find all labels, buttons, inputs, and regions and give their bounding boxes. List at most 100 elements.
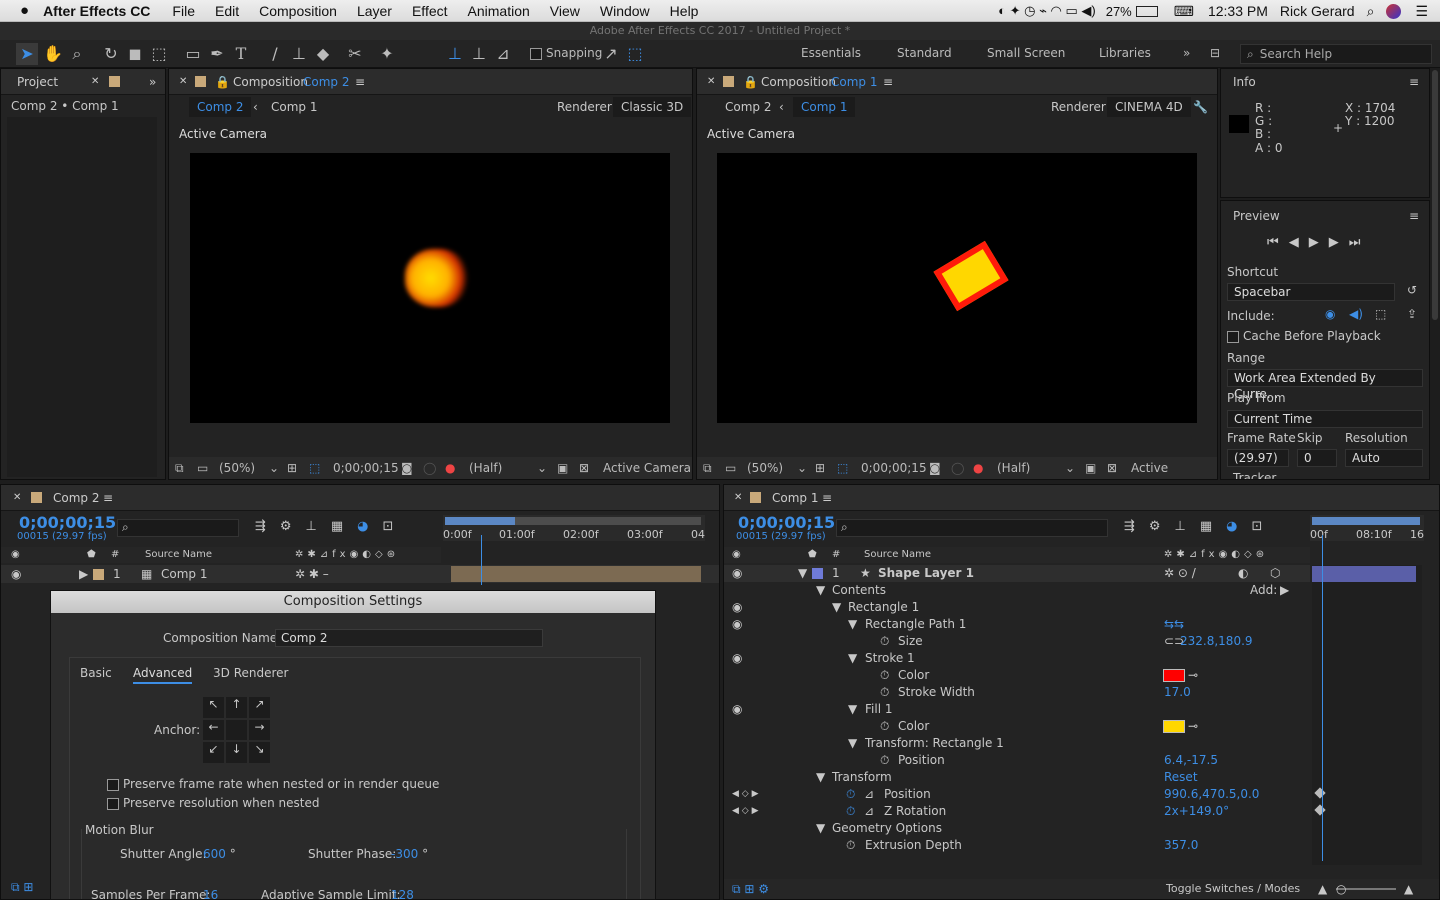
- transparency-grid-icon[interactable]: ⊠: [579, 457, 589, 479]
- viewer2-tab-prefix[interactable]: Composition: [761, 69, 836, 95]
- close-icon[interactable]: ✕: [707, 69, 715, 95]
- menu-animation[interactable]: Animation: [468, 3, 530, 19]
- layer-switches[interactable]: ✲ ✱ –: [295, 565, 329, 583]
- breadcrumb-comp1[interactable]: Comp 1: [793, 97, 856, 117]
- play-icon[interactable]: ▶: [1309, 235, 1329, 250]
- shutter-phase-number[interactable]: -300: [391, 847, 418, 861]
- prop-value[interactable]: 990.6,470.5,0.0: [1164, 786, 1259, 803]
- selection-tool-icon[interactable]: ➤: [16, 43, 38, 65]
- view-axis-icon[interactable]: ⊿: [492, 43, 514, 65]
- pen-tool-icon[interactable]: ✒: [206, 43, 228, 65]
- snapshot-icon[interactable]: ◙: [929, 457, 941, 479]
- snapping-checkbox[interactable]: Snapping: [530, 46, 602, 60]
- show-snapshot-icon[interactable]: ◯: [423, 457, 436, 479]
- anchor-e-icon[interactable]: →: [249, 719, 270, 741]
- adaptive-value[interactable]: 128: [391, 888, 414, 899]
- close-icon[interactable]: ✕: [13, 485, 21, 511]
- work-area-start[interactable]: [445, 517, 515, 525]
- keyframe-nav-icon[interactable]: ◀ ◇ ▶: [732, 786, 759, 803]
- chevron-down-icon[interactable]: ⌄: [797, 457, 807, 479]
- reset-link[interactable]: Reset: [1164, 769, 1198, 786]
- viewer2-tab-name[interactable]: Comp 1: [831, 69, 877, 95]
- timeline1-search[interactable]: ⌕: [117, 519, 239, 537]
- viewer2-time[interactable]: 0;00;00;15: [861, 457, 927, 479]
- viewer1-canvas[interactable]: [190, 153, 670, 423]
- keyframe-position-icon[interactable]: [1314, 787, 1326, 799]
- show-snapshot-icon[interactable]: ◯: [951, 457, 964, 479]
- last-frame-icon[interactable]: ⏭: [1349, 235, 1371, 250]
- layer-name[interactable]: Shape Layer 1: [878, 565, 974, 582]
- menu-window[interactable]: Window: [600, 3, 650, 19]
- battery-icon[interactable]: [1135, 5, 1158, 17]
- anchor-ne-icon[interactable]: ↗: [249, 697, 270, 718]
- local-axis-icon[interactable]: ⊥: [444, 43, 466, 65]
- timeline1-switch-icons[interactable]: ⇶⚙⊥▦◕⊡: [255, 519, 407, 534]
- panel-menu-icon[interactable]: ≡: [1409, 75, 1419, 89]
- camera-tool-icon[interactable]: ◼: [124, 43, 146, 65]
- toggle-switches-modes[interactable]: Toggle Switches / Modes: [1166, 879, 1300, 899]
- rotate-tool-icon[interactable]: ↻: [100, 43, 122, 65]
- 3d-layer-switch-icon[interactable]: ⬡: [1270, 565, 1280, 582]
- anchor-n-icon[interactable]: ↑: [226, 697, 247, 718]
- prop-value[interactable]: 2x+149.0°: [1164, 803, 1229, 820]
- next-frame-icon[interactable]: ▶: [1329, 235, 1349, 250]
- timeline2-switch-icons[interactable]: ⇶⚙⊥▦◕⊡: [1124, 519, 1276, 534]
- search-help-field[interactable]: ⌕ Search Help: [1240, 44, 1432, 64]
- chevron-down-icon[interactable]: ⌄: [537, 457, 547, 479]
- panel-menu-icon[interactable]: ≡: [822, 485, 832, 511]
- framerate-select[interactable]: (29.97): [1227, 449, 1289, 467]
- clone-tool-icon[interactable]: ⊥: [288, 43, 310, 65]
- wrench-icon[interactable]: 🔧: [1193, 97, 1208, 117]
- col-source-name[interactable]: Source Name: [145, 547, 212, 563]
- zoom-tool-icon[interactable]: ⌕: [66, 43, 88, 65]
- pan-behind-tool-icon[interactable]: ⬚: [148, 43, 170, 65]
- shutter-phase-value[interactable]: -300 °: [391, 847, 428, 861]
- close-icon[interactable]: ✕: [91, 69, 99, 95]
- panel-menu-icon[interactable]: ≡: [883, 69, 893, 95]
- notification-center-icon[interactable]: ☰: [1415, 3, 1428, 20]
- visibility-eye-icon[interactable]: ◉: [732, 650, 742, 667]
- tab-advanced[interactable]: Advanced: [133, 666, 193, 684]
- snapping-check-icon[interactable]: [530, 47, 542, 60]
- stopwatch-active-icon[interactable]: ⏱: [846, 803, 855, 820]
- stopwatch-icon[interactable]: ⏱: [880, 752, 889, 769]
- always-preview-icon[interactable]: ⧉: [703, 457, 712, 479]
- renderer-value[interactable]: CINEMA 4D: [1107, 97, 1191, 117]
- menu-effect[interactable]: Effect: [412, 3, 448, 19]
- prop-z-rotation[interactable]: ◀ ◇ ▶ ⏱ ⊿ Z Rotation 2x+149.0°: [724, 803, 1310, 820]
- viewer1-view[interactable]: Active Camera: [603, 457, 691, 479]
- cache-check-icon[interactable]: [1227, 330, 1239, 343]
- renderer-value[interactable]: Classic 3D: [613, 97, 692, 117]
- brush-tool-icon[interactable]: /: [264, 43, 286, 65]
- siri-icon[interactable]: [1386, 3, 1402, 19]
- menu-view[interactable]: View: [550, 3, 580, 19]
- more-workspaces-icon[interactable]: »: [1183, 46, 1190, 60]
- menu-layer[interactable]: Layer: [357, 3, 392, 19]
- prop-rectangle-path[interactable]: ◉ ▼ Rectangle Path 1 ⇆⇆: [724, 616, 1310, 633]
- timeline2-ruler[interactable]: 00f 08:10f 16: [1310, 515, 1424, 541]
- stopwatch-icon[interactable]: ⏱: [846, 837, 855, 854]
- viewer2-canvas[interactable]: [717, 153, 1197, 423]
- puppet-tool-icon[interactable]: ✦: [376, 43, 398, 65]
- layer-row-shape-layer[interactable]: ◉ ▼ 1 ★ Shape Layer 1 ✲ ⊙ / ◐ ⬡: [724, 565, 1310, 582]
- prop-geometry-options[interactable]: ▼ Geometry Options: [724, 820, 1310, 837]
- prop-transform[interactable]: ▼ Transform Reset: [724, 769, 1310, 786]
- menu-composition[interactable]: Composition: [259, 3, 337, 19]
- eraser-tool-icon[interactable]: ◆: [312, 43, 334, 65]
- anchor-grid[interactable]: ↖ ↑ ↗ ← → ↙ ↓ ↘: [203, 697, 273, 763]
- anchor-nw-icon[interactable]: ↖: [203, 697, 224, 718]
- keyframe-nav-icon[interactable]: ◀ ◇ ▶: [732, 803, 759, 820]
- anchor-w-icon[interactable]: ←: [203, 719, 224, 741]
- viewer2-resolution[interactable]: (Half): [997, 457, 1030, 479]
- viewer1-tab-name[interactable]: Comp 2: [303, 69, 349, 95]
- add-label[interactable]: Add:: [1250, 582, 1277, 599]
- prop-fill-color[interactable]: ⏱ Color ⊸: [724, 718, 1310, 735]
- add-icon[interactable]: ▶: [1280, 582, 1289, 599]
- app-menu[interactable]: After Effects CC: [43, 3, 150, 19]
- apple-icon[interactable]: ●: [20, 2, 29, 19]
- status-icons[interactable]: ◐ ✦ ◷ ⌁ ◠ ▭ ◀): [998, 3, 1096, 19]
- visibility-eye-icon[interactable]: ◉: [732, 701, 742, 718]
- tracker-title[interactable]: Tracker: [1233, 471, 1276, 479]
- timeline1-current-time[interactable]: 0;00;00;15: [19, 513, 116, 532]
- graph-icon[interactable]: ⊿: [864, 786, 874, 803]
